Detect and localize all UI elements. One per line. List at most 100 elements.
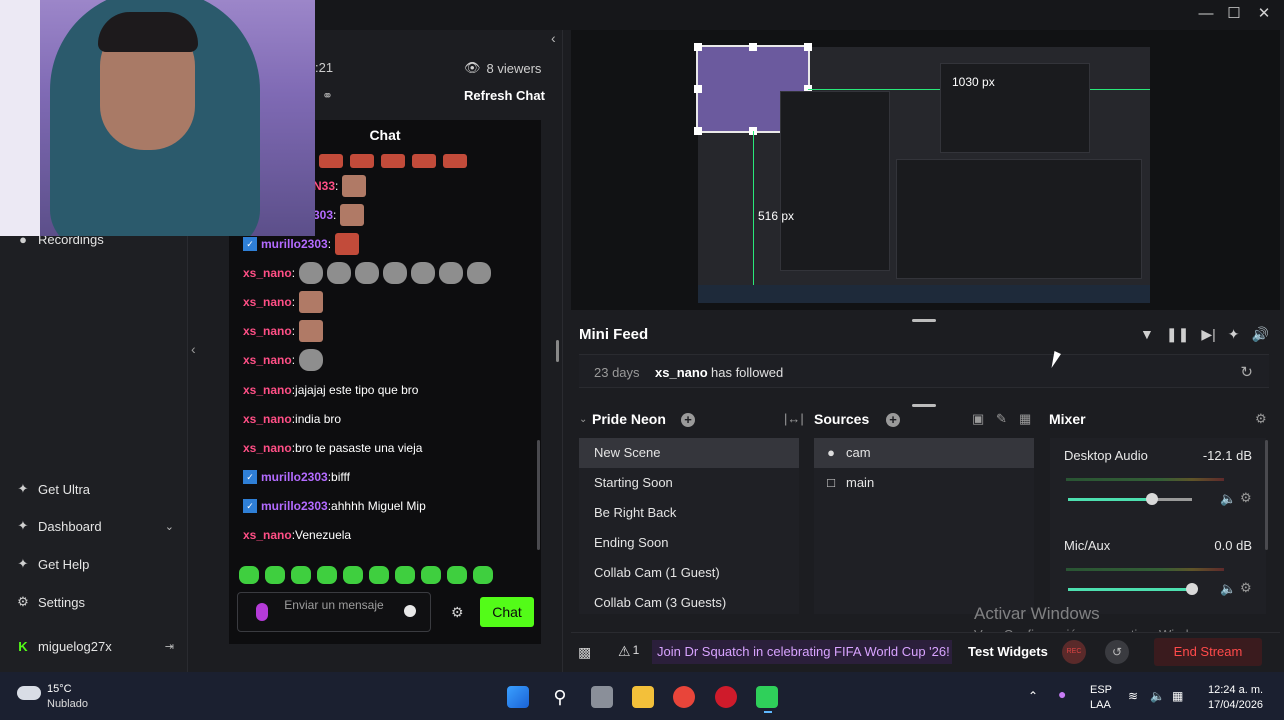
wifi-icon[interactable]: ≋ — [1128, 689, 1138, 703]
minimize-button[interactable]: — — [1192, 4, 1220, 24]
mute-alerts-icon[interactable]: ✦ — [1228, 326, 1240, 343]
test-widgets-button[interactable]: Test Widgets — [968, 644, 1048, 659]
chat-message: ✓ murillo2303: bifff — [243, 466, 350, 488]
channel-db: -12.1 dB — [1202, 448, 1252, 463]
start-icon[interactable] — [507, 686, 529, 708]
chat-scrollbar[interactable] — [537, 440, 540, 550]
add-scene-icon[interactable]: + — [681, 413, 695, 427]
volume-slider[interactable] — [1068, 583, 1198, 595]
announcement-ticker[interactable]: Join Dr Squatch in celebrating FIFA Worl… — [652, 640, 952, 664]
slider-knob[interactable] — [1186, 583, 1198, 595]
help-icon: ✦ — [17, 556, 29, 571]
weather-temperature[interactable]: 15°C — [47, 683, 72, 695]
chat-message: xs_nano: jajajaj este tipo que bro — [243, 383, 419, 397]
gear-icon[interactable]: ⚙ — [1255, 411, 1267, 427]
scene-item[interactable]: Collab Cam (1 Guest) — [579, 558, 799, 588]
maximize-button[interactable]: ☐ — [1220, 4, 1248, 24]
mic-icon[interactable] — [256, 603, 268, 621]
sidebar-user[interactable]: K miguelog27x ⇥ — [14, 635, 174, 657]
clock-date[interactable]: 17/04/2026 — [1208, 699, 1263, 711]
cloud-icon — [17, 686, 41, 700]
sidebar-item-get-help[interactable]: ✦ Get Help — [14, 553, 90, 575]
chevron-up-icon[interactable]: ⌃ — [1028, 689, 1038, 703]
slider-knob[interactable] — [1146, 493, 1159, 505]
speaker-icon[interactable]: 🔈 — [1220, 491, 1236, 507]
speaker-icon[interactable]: 🔈 — [1220, 581, 1236, 597]
streaming-app-icon[interactable] — [756, 686, 778, 708]
stream-preview[interactable]: 1030 px 516 px — [694, 43, 1150, 303]
verified-badge-icon: ✓ — [243, 470, 257, 484]
microphone-icon[interactable]: ● — [1058, 686, 1066, 702]
replay-buffer-icon[interactable]: ↺ — [1105, 640, 1129, 664]
chat-input[interactable]: Enviar un mensaje — [237, 592, 431, 632]
gear-icon[interactable]: ⚙ — [1240, 580, 1252, 596]
stats-icon[interactable]: ▩ — [578, 644, 591, 661]
skip-icon[interactable]: ▶| — [1201, 326, 1215, 343]
task-view-icon[interactable] — [591, 686, 613, 708]
battery-icon[interactable]: ▦ — [1172, 689, 1183, 703]
gear-icon[interactable]: ⚙ — [1240, 490, 1252, 506]
chat-message: xs_nano: — [243, 291, 324, 313]
refresh-chat-button[interactable]: Refresh Chat — [464, 88, 545, 103]
share-icon[interactable]: ⚭ — [322, 88, 333, 104]
collapse-sidebar-icon[interactable]: ‹ — [191, 341, 196, 357]
alerts-indicator[interactable]: ⚠ 1 — [618, 643, 639, 660]
audio-meter — [1066, 478, 1224, 481]
volume-slider[interactable] — [1068, 493, 1192, 505]
add-source-icon[interactable]: + — [886, 413, 900, 427]
emote — [335, 233, 360, 255]
scene-item[interactable]: Be Right Back — [579, 498, 799, 528]
resize-handle[interactable] — [556, 340, 559, 362]
send-chat-button[interactable]: Chat — [480, 597, 534, 627]
speaker-icon[interactable]: 🔈 — [1150, 689, 1165, 703]
chrome-icon[interactable] — [673, 686, 695, 708]
weather-description[interactable]: Nublado — [47, 698, 88, 710]
chat-settings-icon[interactable]: ⚙ — [451, 604, 464, 621]
feed-event-row: 23 days xs_nano has followed ↻ — [579, 354, 1269, 388]
drag-handle[interactable] — [912, 404, 936, 407]
scene-collection-title[interactable]: Pride Neon — [592, 411, 666, 427]
scene-item[interactable]: Starting Soon — [579, 468, 799, 498]
file-explorer-icon[interactable] — [632, 686, 654, 708]
language-top[interactable]: ESP — [1090, 684, 1112, 696]
dashboard-icon: ✦ — [17, 518, 29, 533]
sidebar-item-settings[interactable]: ⚙ Settings — [14, 591, 85, 613]
clock-time[interactable]: 12:24 a. m. — [1208, 684, 1263, 696]
source-view-icon[interactable]: ▣ — [972, 411, 984, 427]
close-button[interactable]: ✕ — [1250, 4, 1278, 24]
chat-message: xs_nano: — [243, 262, 492, 284]
sidebar-item-get-ultra[interactable]: ✦ Get Ultra — [14, 478, 90, 500]
source-item[interactable]: ● cam — [814, 438, 1034, 468]
logout-icon[interactable]: ⇥ — [165, 640, 174, 653]
source-item[interactable]: □ main — [814, 468, 1034, 498]
folder-icon[interactable]: ▦ — [1019, 411, 1031, 427]
language-bottom[interactable]: LAA — [1090, 699, 1111, 711]
replay-icon[interactable]: ↻ — [1240, 363, 1253, 381]
pause-icon[interactable]: ❚❚ — [1166, 326, 1189, 343]
mini-feed-controls: ▼ ❚❚ ▶| ✦ 🔊 — [1140, 326, 1269, 343]
chevron-down-icon: ⌄ — [164, 520, 174, 533]
transition-icon[interactable]: |↔| — [784, 411, 804, 426]
emote-picker-bar[interactable] — [239, 566, 493, 584]
end-stream-button[interactable]: End Stream — [1154, 638, 1262, 666]
scene-item[interactable]: New Scene — [579, 438, 799, 468]
channel-db: 0.0 dB — [1214, 538, 1252, 553]
scene-item[interactable]: Ending Soon — [579, 528, 799, 558]
audio-meter — [1066, 568, 1224, 571]
scene-item[interactable]: Collab Cam (3 Guests) — [579, 588, 799, 618]
volume-icon[interactable]: 🔊 — [1251, 326, 1268, 343]
sidebar-item-dashboard[interactable]: ✦ Dashboard ⌄ — [14, 515, 174, 537]
filter-icon[interactable]: ▼ — [1140, 326, 1154, 343]
collapse-chat-icon[interactable]: ‹ — [551, 30, 556, 46]
opera-icon[interactable] — [715, 686, 737, 708]
record-button[interactable]: REC — [1062, 640, 1086, 664]
chat-message: xs_nano: Venezuela — [243, 528, 352, 542]
drag-handle[interactable] — [912, 319, 936, 322]
chevron-down-icon[interactable]: ⌄ — [579, 414, 587, 425]
mixer-scrollbar[interactable] — [1265, 440, 1268, 550]
sidebar-item-label: Dashboard — [38, 518, 102, 534]
source-group-icon[interactable]: ✎ — [996, 411, 1007, 427]
viewer-count: 👁 8 viewers — [464, 60, 542, 76]
emoji-icon[interactable] — [404, 605, 416, 617]
search-icon[interactable]: ⚲ — [549, 686, 571, 708]
